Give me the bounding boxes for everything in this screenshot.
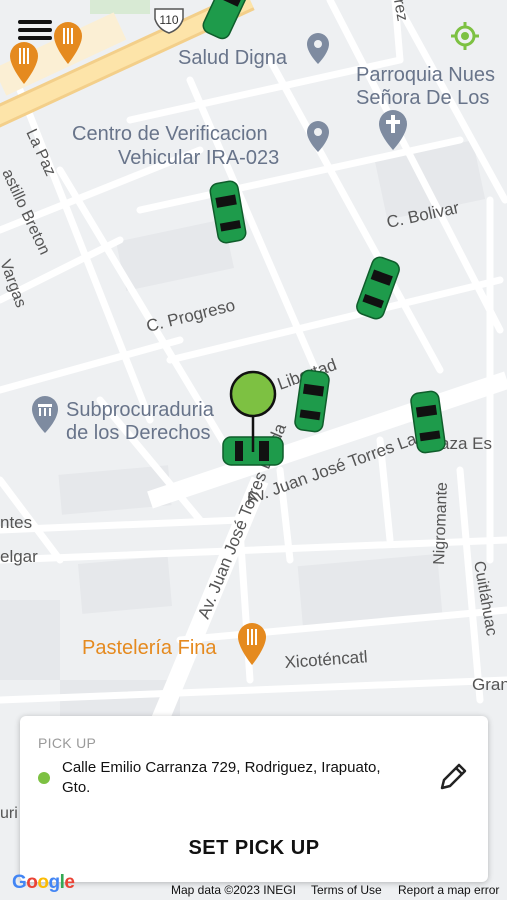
place-label: Subprocuraduria — [66, 399, 215, 421]
street-label: uri — [0, 805, 18, 822]
pickup-title: PICK UP — [38, 735, 97, 751]
pencil-icon — [440, 763, 467, 790]
place-label: Pastelería Fina — [82, 637, 217, 659]
terms-link[interactable]: Terms of Use — [311, 883, 382, 900]
pickup-address-line: Gto. — [62, 779, 91, 796]
set-pickup-button[interactable]: SET PICK UP — [20, 828, 488, 868]
street-label: elgar — [0, 547, 38, 566]
my-location-icon — [451, 22, 479, 50]
pickup-address-line: Calle Emilio Carranza 729, Rodriguez, Ir… — [62, 759, 381, 776]
place-label: Salud Digna — [178, 47, 288, 69]
place-label: Vehicular IRA-023 — [118, 147, 279, 169]
pickup-dot-icon — [38, 772, 50, 784]
pickup-card: PICK UP Calle Emilio Carranza 729, Rodri… — [20, 716, 488, 882]
highway-number: 110 — [159, 13, 178, 27]
map-data-attribution: Map data ©2023 INEGI — [171, 883, 296, 897]
street-label: ntes — [0, 513, 32, 532]
google-logo: Google — [12, 872, 75, 893]
menu-button[interactable] — [18, 16, 52, 46]
street-label: Gran — [472, 675, 507, 694]
my-location-button[interactable] — [443, 14, 487, 58]
place-label: Parroquia Nues — [356, 64, 495, 86]
place-label: de los Derechos — [66, 422, 211, 444]
street-label: aza Es — [440, 434, 492, 453]
street-label: Nigromante — [431, 482, 451, 565]
hamburger-icon — [18, 20, 52, 24]
place-label: Centro de Verificacion — [72, 123, 268, 145]
edit-address-button[interactable] — [436, 760, 470, 794]
place-label: Señora De Los — [356, 87, 489, 109]
report-map-error-link[interactable]: Report a map error — [398, 883, 499, 900]
pickup-address[interactable]: Calle Emilio Carranza 729, Rodriguez, Ir… — [62, 758, 407, 798]
